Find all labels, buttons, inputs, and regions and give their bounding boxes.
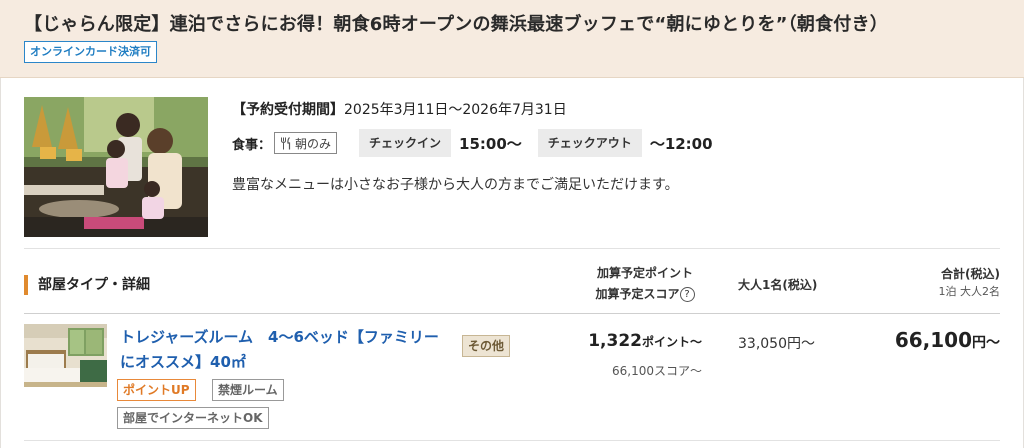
plan-title[interactable]: 【じゃらん限定】連泊でさらにお得！朝食6時オープンの舞浜最速ブッフェで“朝にゆと… bbox=[24, 10, 888, 36]
reservation-period-value: 2025年3月11日～2026年7月31日 bbox=[344, 102, 567, 118]
question-circle-icon[interactable]: ? bbox=[679, 287, 695, 302]
checkout-label: チェックアウト bbox=[537, 129, 642, 157]
fork-knife-icon bbox=[281, 136, 291, 149]
score-value: 66,100スコア～ bbox=[612, 364, 702, 378]
meal-label: 食事： bbox=[232, 137, 272, 153]
total-header: 合計(税込) bbox=[941, 267, 1000, 281]
total-price-unit: 円～ bbox=[972, 335, 1000, 351]
meal-checkin-row: 食事： 朝のみ チェックイン 15:00～ チェックアウト ～12:00 bbox=[232, 129, 713, 157]
total-subheader: 1泊 大人2名 bbox=[938, 285, 1001, 298]
divider bbox=[24, 313, 1000, 314]
point-up-tag: ポイントUP bbox=[117, 379, 196, 401]
points-unit: ポイント～ bbox=[641, 335, 702, 349]
total-price: 66,100円～ bbox=[840, 328, 1000, 352]
points-column-header: 加算予定ポイント 加算予定スコア? bbox=[584, 263, 706, 305]
checkin-time: 15:00～ bbox=[459, 134, 522, 153]
total-price-column-header: 合計(税込) 1泊 大人2名 bbox=[840, 265, 1001, 301]
divider bbox=[24, 440, 1000, 441]
room-category-tag: その他 bbox=[462, 335, 511, 357]
room-photo[interactable] bbox=[24, 324, 107, 387]
reservation-period-label: 【予約受付期間】 bbox=[232, 102, 344, 118]
online-card-payment-badge: オンラインカード決済可 bbox=[24, 41, 157, 63]
room-type-header: 部屋タイプ・詳細 bbox=[24, 275, 150, 295]
points-number: 1,322 bbox=[588, 331, 642, 351]
points-header-line2: 加算予定スコア bbox=[595, 287, 680, 301]
total-price-number: 66,100 bbox=[894, 328, 972, 352]
meal-value: 朝のみ bbox=[295, 136, 332, 151]
plan-photo[interactable] bbox=[24, 97, 208, 237]
points-value: 1,322ポイント～ bbox=[560, 331, 702, 351]
breakfast-family-photo bbox=[24, 97, 208, 237]
checkin-label: チェックイン bbox=[359, 129, 452, 157]
internet-ok-tag: 部屋でインターネットOK bbox=[117, 407, 269, 429]
non-smoking-tag: 禁煙ルーム bbox=[212, 379, 284, 401]
points-header-line1: 加算予定ポイント bbox=[596, 266, 693, 280]
plan-description: 豊富なメニューは小さなお子様から大人の方までご満足いただけます。 bbox=[232, 177, 679, 193]
adult-price: 33,050円～ bbox=[738, 336, 815, 352]
room-name-link[interactable]: トレジャーズルーム 4～6ベッド【ファミリーにオススメ】40㎡ bbox=[120, 325, 448, 375]
plan-header: 【じゃらん限定】連泊でさらにお得！朝食6時オープンの舞浜最速ブッフェで“朝にゆと… bbox=[0, 0, 1024, 78]
divider bbox=[24, 248, 1000, 249]
room-thumbnail-image bbox=[24, 324, 107, 387]
adult-price-column-header: 大人1名(税込) bbox=[738, 278, 818, 292]
checkout-time: ～12:00 bbox=[649, 134, 713, 153]
meal-badge: 朝のみ bbox=[274, 132, 338, 154]
reservation-period: 【予約受付期間】2025年3月11日～2026年7月31日 bbox=[232, 99, 567, 119]
